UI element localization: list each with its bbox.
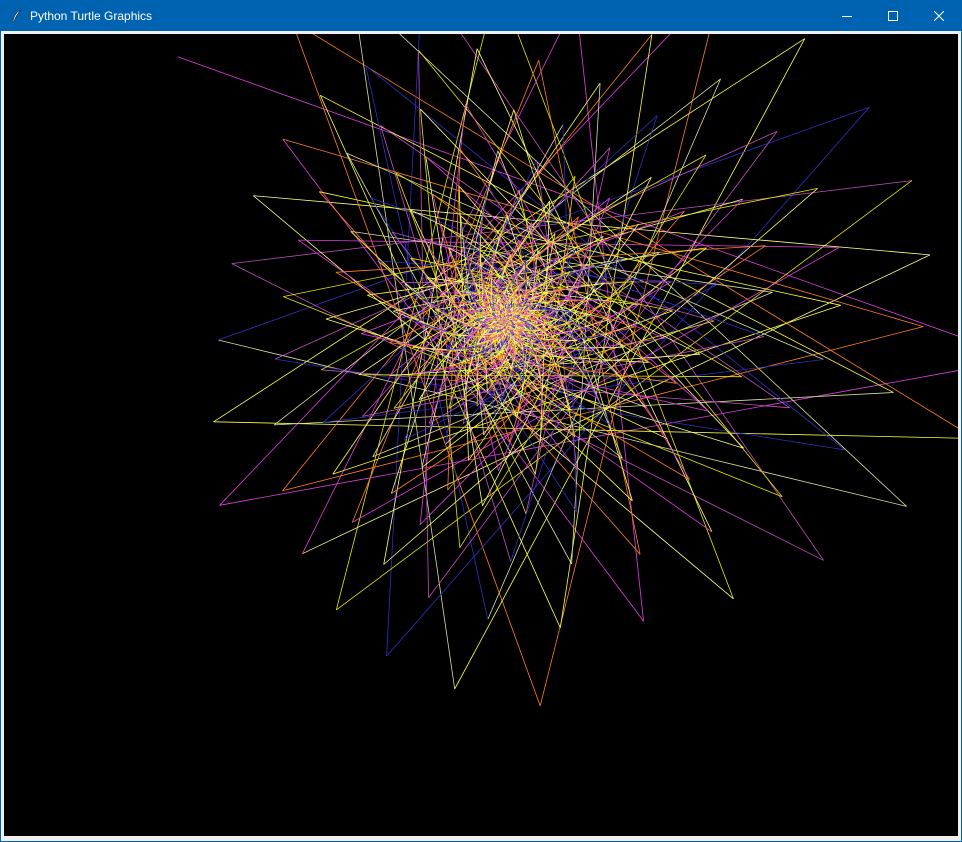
maximize-button[interactable] [870, 0, 916, 31]
close-icon [934, 10, 944, 21]
maximize-icon [888, 10, 898, 21]
minimize-button[interactable] [824, 0, 870, 31]
client-area [1, 0, 962, 841]
title-bar[interactable]: Python Turtle Graphics [0, 0, 962, 31]
pen-stroke [419, 198, 744, 525]
turtle-window: Python Turtle Graphics [0, 0, 962, 842]
pen-stroke [218, 106, 870, 341]
feather-icon [12, 9, 22, 22]
minimize-icon [842, 15, 852, 17]
turtle-canvas[interactable] [4, 0, 962, 836]
pen-stroke [319, 191, 841, 306]
pen-stroke [353, 0, 456, 690]
spiral-drawing [177, 0, 962, 707]
close-button[interactable] [916, 0, 962, 31]
window-title: Python Turtle Graphics [30, 8, 153, 23]
pen-stroke [420, 108, 744, 449]
